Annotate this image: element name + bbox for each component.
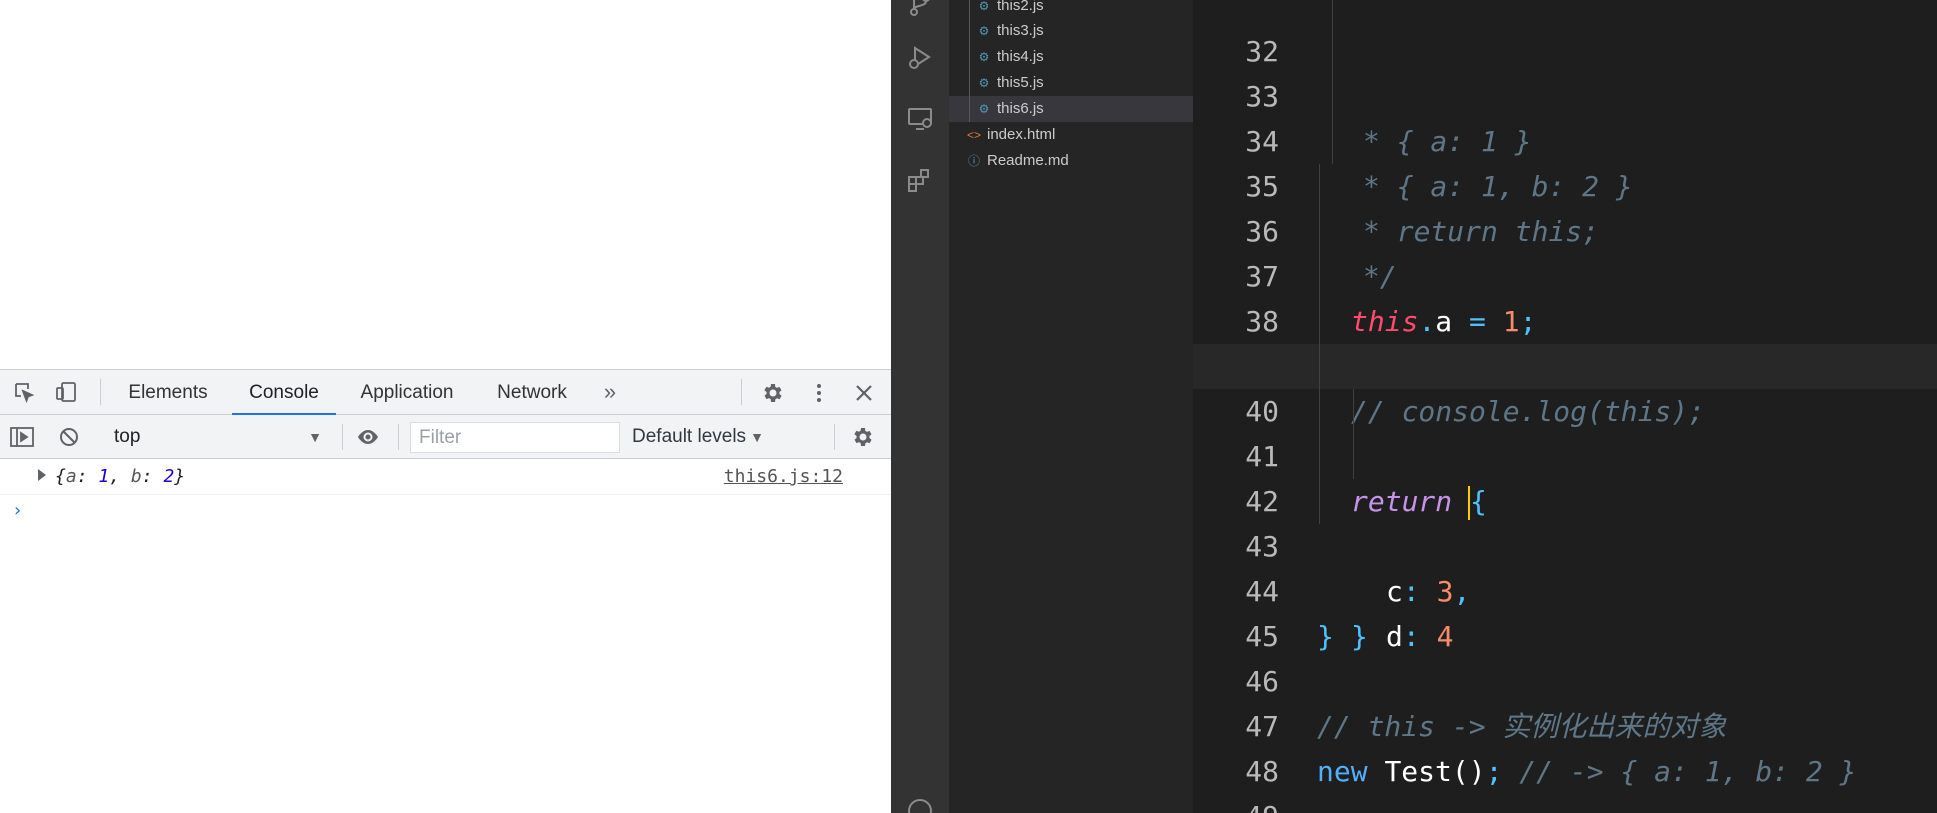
console-toolbar: top ▼ Default levels▼: [0, 415, 891, 459]
indent-guide: [969, 70, 970, 96]
kebab-menu-icon[interactable]: [805, 379, 833, 407]
code-line: 43 }: [1193, 479, 1937, 653]
log-levels-select[interactable]: Default levels ▼: [632, 422, 764, 452]
source-link[interactable]: this6.js:12: [724, 466, 843, 487]
indent-guide: [1319, 299, 1320, 344]
code-line: 37 this.b = 2;: [1193, 209, 1937, 383]
account-icon[interactable]: [905, 796, 935, 813]
code-line: 45: [1193, 569, 1937, 653]
remote-explorer-icon[interactable]: [905, 104, 935, 134]
code-line: 47 new Test(); // -> { a: 1, b: 2 }: [1193, 659, 1937, 788]
indent-guide: [1319, 434, 1320, 479]
indent-guide: [969, 96, 970, 122]
context-select-value: top: [114, 426, 141, 447]
activity-bar: [891, 0, 949, 813]
indent-guide: [1353, 434, 1354, 479]
devtools-panel: Elements Console Application Network » t…: [0, 369, 891, 813]
run-debug-icon[interactable]: [905, 42, 935, 72]
tab-application[interactable]: Application: [350, 370, 464, 415]
indent-guide: [1332, 119, 1333, 164]
file-explorer: ⚙ this2.js ⚙ this3.js ⚙ this4.js ⚙ this5.js …: [949, 0, 1193, 813]
indent-guide: [1319, 254, 1320, 299]
tab-elements[interactable]: Elements: [118, 370, 218, 415]
code-line: 34 * return this;: [1193, 74, 1937, 248]
indent-guide: [1332, 29, 1333, 74]
code-line: 44 }: [1193, 524, 1937, 653]
file-item-this3-js[interactable]: ⚙ this3.js: [949, 18, 1193, 44]
gear-icon[interactable]: [758, 379, 786, 407]
toolbar-divider: [100, 379, 101, 405]
close-icon[interactable]: [850, 379, 878, 407]
js-file-icon: ⚙: [978, 102, 990, 116]
console-settings-gear-icon[interactable]: [848, 423, 876, 451]
indent-guide: [1319, 479, 1320, 524]
console-prompt-icon[interactable]: ›: [12, 500, 23, 521]
log-levels-label: Default levels: [632, 426, 747, 447]
indent-guide: [1319, 209, 1320, 254]
sidebar-toggle-icon[interactable]: [8, 423, 36, 451]
indent-guide: [969, 0, 970, 19]
line-number: 49: [1193, 794, 1279, 813]
js-file-icon: ⚙: [978, 24, 990, 38]
current-code-line: 40 return {: [1193, 344, 1937, 520]
toolbar-divider: [741, 379, 742, 405]
file-item-readme-md[interactable]: ⓘ Readme.md: [949, 148, 1193, 174]
devtools-tab-bar: Elements Console Application Network »: [0, 370, 891, 416]
js-file-icon: ⚙: [978, 76, 990, 90]
js-file-icon: ⚙: [978, 50, 990, 64]
chevron-double-right-icon[interactable]: »: [596, 378, 624, 406]
toolbar-divider: [398, 424, 399, 450]
context-select[interactable]: top ▼: [104, 422, 330, 452]
code-line: 39: [1193, 299, 1937, 383]
filter-input[interactable]: [410, 422, 620, 453]
chevron-down-icon: ▼: [750, 429, 764, 445]
code-line: 38 // console.log(this);: [1193, 254, 1937, 428]
source-control-icon[interactable]: [905, 0, 935, 20]
browser-window: Elements Console Application Network » t…: [0, 0, 891, 813]
indent-guide: [1319, 389, 1320, 434]
code-line: 36 this.a = 1;: [1193, 164, 1937, 338]
console-output: {a: 1, b: 2} this6.js:12 ›: [0, 459, 891, 813]
indent-guide: [969, 44, 970, 70]
indent-guide: [1319, 164, 1320, 209]
js-file-icon: ⚙: [978, 0, 990, 13]
chevron-down-icon: ▼: [308, 429, 322, 445]
file-item-this5-js[interactable]: ⚙ this5.js: [949, 70, 1193, 96]
code-line: 32 * { a: 1 }: [1193, 0, 1937, 158]
indent-guide: [1319, 344, 1320, 389]
logged-object[interactable]: {a: 1, b: 2}: [55, 466, 185, 487]
inspect-element-icon[interactable]: [10, 378, 38, 406]
code-line: 48: [1193, 704, 1937, 788]
clear-console-icon[interactable]: [55, 423, 83, 451]
file-item-index-html[interactable]: <> index.html: [949, 122, 1193, 148]
page-viewport[interactable]: [0, 0, 891, 369]
file-item-this4-js[interactable]: ⚙ this4.js: [949, 44, 1193, 70]
vscode-window: ⚙ this2.js ⚙ this3.js ⚙ this4.js ⚙ this5.js …: [891, 0, 1937, 813]
code-line: 41 c: 3,: [1193, 389, 1937, 608]
file-item-this2-js[interactable]: ⚙ this2.js: [949, 0, 1193, 19]
indent-guide: [969, 18, 970, 44]
code-editor[interactable]: 32 * { a: 1 } 33 * { a: 1, b: 2 } 34 * r…: [1193, 0, 1937, 813]
info-icon: ⓘ: [967, 154, 980, 168]
toolbar-divider: [342, 424, 343, 450]
code-line: 42 d: 4: [1193, 434, 1937, 653]
device-toolbar-icon[interactable]: [52, 378, 80, 406]
file-item-this6-js[interactable]: ⚙ this6.js: [949, 96, 1193, 122]
eye-icon[interactable]: [354, 423, 382, 451]
html-file-icon: <>: [967, 128, 982, 142]
console-message: {a: 1, b: 2} this6.js:12: [0, 459, 891, 495]
toolbar-divider: [834, 424, 835, 450]
indent-guide: [1353, 389, 1354, 434]
code-line: 33 * { a: 1, b: 2 }: [1193, 29, 1937, 203]
expand-triangle-icon[interactable]: [38, 469, 46, 481]
code-line: 35 */: [1193, 119, 1937, 293]
code-line: 49: [1193, 749, 1937, 813]
indent-guide: [1332, 74, 1333, 119]
code-line: 46 // this -> 实例化出来的对象: [1193, 614, 1937, 743]
tab-console[interactable]: Console: [232, 370, 336, 416]
tab-network[interactable]: Network: [484, 370, 580, 415]
extensions-icon[interactable]: [905, 166, 935, 196]
indent-guide: [1332, 0, 1333, 29]
